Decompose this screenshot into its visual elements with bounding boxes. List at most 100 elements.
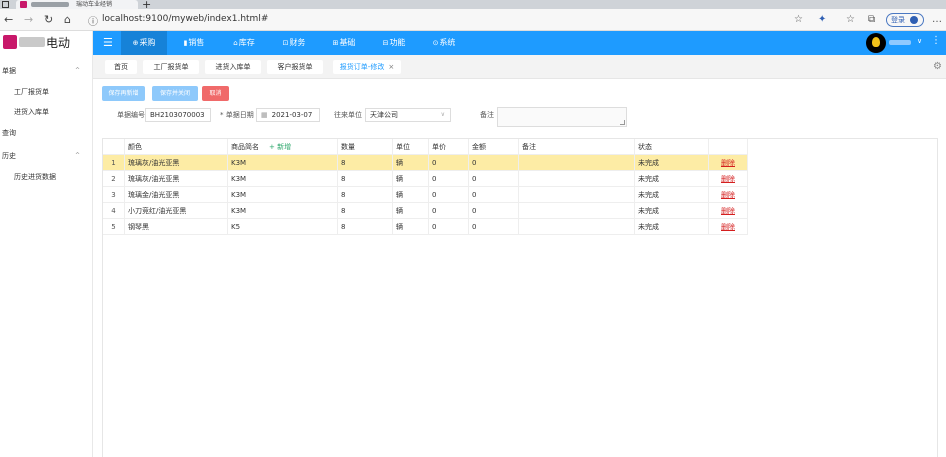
delete-link[interactable]: 删除 [721, 207, 735, 215]
save-and-new-button[interactable]: 保存再新增 [102, 86, 145, 101]
more-vertical-icon[interactable]: ⋮ [931, 35, 941, 46]
table-row[interactable]: 4 小刀竞红/油光亚黑 K3M 8 辆 0 0 未完成 删除 [103, 203, 748, 219]
delete-link[interactable]: 删除 [721, 159, 735, 167]
extension-icon[interactable]: ✦ [818, 12, 826, 28]
chevron-down-icon: ∨ [440, 111, 445, 118]
sidebar-group-history[interactable]: 历史 ^ [0, 149, 93, 163]
login-button[interactable]: 登录 [886, 13, 924, 27]
sidebar-item-factory-report[interactable]: 工厂报货单 [0, 85, 93, 99]
url-text[interactable]: localhost:9100/myweb/index1.html# [102, 14, 268, 24]
cell-price[interactable]: 0 [429, 219, 469, 235]
sidebar-group-documents[interactable]: 单据 ^ [0, 64, 93, 78]
cell-qty[interactable]: 8 [338, 155, 393, 171]
tab-order-edit[interactable]: 报货订单-修改 × [333, 60, 401, 74]
delete-link[interactable]: 删除 [721, 191, 735, 199]
close-icon[interactable]: × [388, 63, 394, 71]
nav-menu-function[interactable]: ⊟功能 [371, 31, 417, 55]
cell-remark[interactable] [519, 171, 635, 187]
tab-stock-in[interactable]: 进货入库单 [205, 60, 261, 74]
cell-qty[interactable]: 8 [338, 219, 393, 235]
save-and-close-button[interactable]: 保存并关闭 [152, 86, 198, 101]
cell-unit[interactable]: 辆 [393, 219, 429, 235]
cell-color[interactable]: 钢琴黑 [125, 219, 228, 235]
remark-textarea[interactable] [497, 107, 627, 127]
table-row[interactable]: 3 琉璃金/油光亚黑 K3M 8 辆 0 0 未完成 删除 [103, 187, 748, 203]
window-icon[interactable] [2, 1, 9, 8]
cell-unit[interactable]: 辆 [393, 203, 429, 219]
cell-remark[interactable] [519, 203, 635, 219]
cell-remark[interactable] [519, 219, 635, 235]
cell-amount[interactable]: 0 [469, 203, 519, 219]
info-icon[interactable]: ⓘ [88, 13, 98, 28]
collections-icon[interactable]: ⧉ [868, 12, 875, 28]
cell-amount[interactable]: 0 [469, 171, 519, 187]
tab-customer-report[interactable]: 客户报货单 [267, 60, 323, 74]
cancel-button[interactable]: 取消 [202, 86, 229, 101]
table-row[interactable]: 2 琉璃灰/油光亚黑 K3M 8 辆 0 0 未完成 删除 [103, 171, 748, 187]
sidebar-group-query[interactable]: 查询 [0, 126, 93, 140]
delete-link[interactable]: 删除 [721, 175, 735, 183]
nav-menu-system[interactable]: ⊙系统 [421, 31, 467, 55]
cell-unit[interactable]: 辆 [393, 155, 429, 171]
table-row[interactable]: 5 钢琴黑 K5 8 辆 0 0 未完成 删除 [103, 219, 748, 235]
cell-amount[interactable]: 0 [469, 155, 519, 171]
cell-unit[interactable]: 辆 [393, 187, 429, 203]
nav-menu-inventory[interactable]: ⌂库存 [221, 31, 267, 55]
nav-menu-basic[interactable]: ⊞基础 [321, 31, 367, 55]
chevron-down-icon[interactable]: ∨ [917, 37, 922, 45]
sidebar-item-label: 历史进货数据 [14, 173, 56, 181]
more-icon[interactable]: … [932, 12, 942, 28]
cell-color[interactable]: 琉璃灰/油光亚黑 [125, 155, 228, 171]
delete-link[interactable]: 删除 [721, 223, 735, 231]
cell-color[interactable]: 琉璃金/油光亚黑 [125, 187, 228, 203]
cell-remark[interactable] [519, 187, 635, 203]
star-add-icon[interactable]: ☆ [794, 12, 803, 28]
cell-name[interactable]: K3M [228, 203, 338, 219]
cell-price[interactable]: 0 [429, 187, 469, 203]
logo-mark-icon [3, 35, 17, 49]
cell-unit[interactable]: 辆 [393, 171, 429, 187]
nav-menu-finance[interactable]: ⊡财务 [271, 31, 317, 55]
user-avatar[interactable] [866, 33, 886, 53]
favorites-icon[interactable]: ☆ [846, 12, 855, 28]
doc-no-value: BH2103070003 [150, 111, 205, 119]
nav-menu-purchase[interactable]: ⊕采购 [121, 31, 167, 55]
back-icon[interactable]: ← [4, 12, 13, 28]
brand-text: 电动 [46, 36, 71, 50]
cell-amount[interactable]: 0 [469, 219, 519, 235]
blurred-username[interactable] [889, 40, 911, 45]
cell-remark[interactable] [519, 155, 635, 171]
menu-toggle-icon[interactable]: ☰ [103, 36, 113, 50]
cell-amount[interactable]: 0 [469, 187, 519, 203]
header-color: 颜色 [125, 139, 228, 155]
add-row-button[interactable]: + 新增 [269, 143, 291, 151]
tab-factory-report[interactable]: 工厂报货单 [143, 60, 199, 74]
cell-price[interactable]: 0 [429, 171, 469, 187]
table-row[interactable]: 1 琉璃灰/油光亚黑 K3M 8 辆 0 0 未完成 删除 [103, 155, 748, 171]
nav-menu-sales[interactable]: ▮销售 [171, 31, 217, 55]
sidebar-item-stock-in[interactable]: 进货入库单 [0, 105, 93, 119]
partner-select[interactable]: 天津公司 ∨ [365, 108, 451, 122]
cell-price[interactable]: 0 [429, 155, 469, 171]
gear-icon[interactable]: ⚙ [933, 61, 942, 72]
forward-icon[interactable]: → [24, 12, 33, 28]
cell-color[interactable]: 琉璃灰/油光亚黑 [125, 171, 228, 187]
home-icon[interactable]: ⌂ [64, 12, 71, 28]
reload-icon[interactable]: ↻ [44, 12, 53, 28]
cell-qty[interactable]: 8 [338, 187, 393, 203]
cell-color[interactable]: 小刀竞红/油光亚黑 [125, 203, 228, 219]
url-box[interactable]: ⓘ localhost:9100/myweb/index1.html# [82, 12, 782, 28]
cell-name[interactable]: K3M [228, 155, 338, 171]
tab-label: 报货订单-修改 [339, 63, 385, 71]
tab-home[interactable]: 首页 [105, 60, 137, 74]
browser-tab[interactable]: 瑞动车业经销 [16, 0, 138, 9]
cell-name[interactable]: K3M [228, 187, 338, 203]
cell-price[interactable]: 0 [429, 203, 469, 219]
cell-qty[interactable]: 8 [338, 203, 393, 219]
cell-name[interactable]: K3M [228, 171, 338, 187]
sidebar-item-history-stock[interactable]: 历史进货数据 [0, 170, 93, 184]
doc-date-field[interactable]: ▦ 2021-03-07 [256, 108, 320, 122]
cell-name[interactable]: K5 [228, 219, 338, 235]
cell-qty[interactable]: 8 [338, 171, 393, 187]
doc-no-field[interactable]: BH2103070003 [145, 108, 211, 122]
